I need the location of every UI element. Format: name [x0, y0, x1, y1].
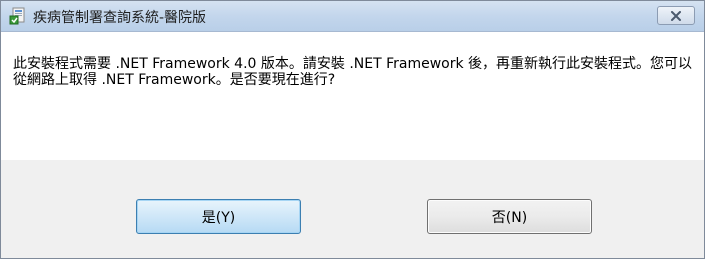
- dialog-window: 疾病管制署查詢系統-醫院版 此安裝程式需要 .NET Framework 4.0…: [0, 0, 705, 259]
- no-button[interactable]: 否(N): [427, 199, 592, 234]
- yes-button[interactable]: 是(Y): [136, 199, 301, 234]
- title-bar[interactable]: 疾病管制署查詢系統-醫院版: [1, 1, 704, 32]
- close-button[interactable]: [657, 6, 695, 25]
- yes-button-label: 是(Y): [201, 209, 236, 226]
- window-title: 疾病管制署查詢系統-醫院版: [33, 10, 207, 26]
- button-area: 是(Y) 否(N): [1, 160, 704, 258]
- no-button-label: 否(N): [491, 209, 528, 226]
- message-area: 此安裝程式需要 .NET Framework 4.0 版本。請安裝 .NET F…: [1, 32, 704, 160]
- dialog-message: 此安裝程式需要 .NET Framework 4.0 版本。請安裝 .NET F…: [13, 56, 693, 88]
- close-icon: [670, 6, 682, 25]
- installer-icon: [9, 7, 27, 25]
